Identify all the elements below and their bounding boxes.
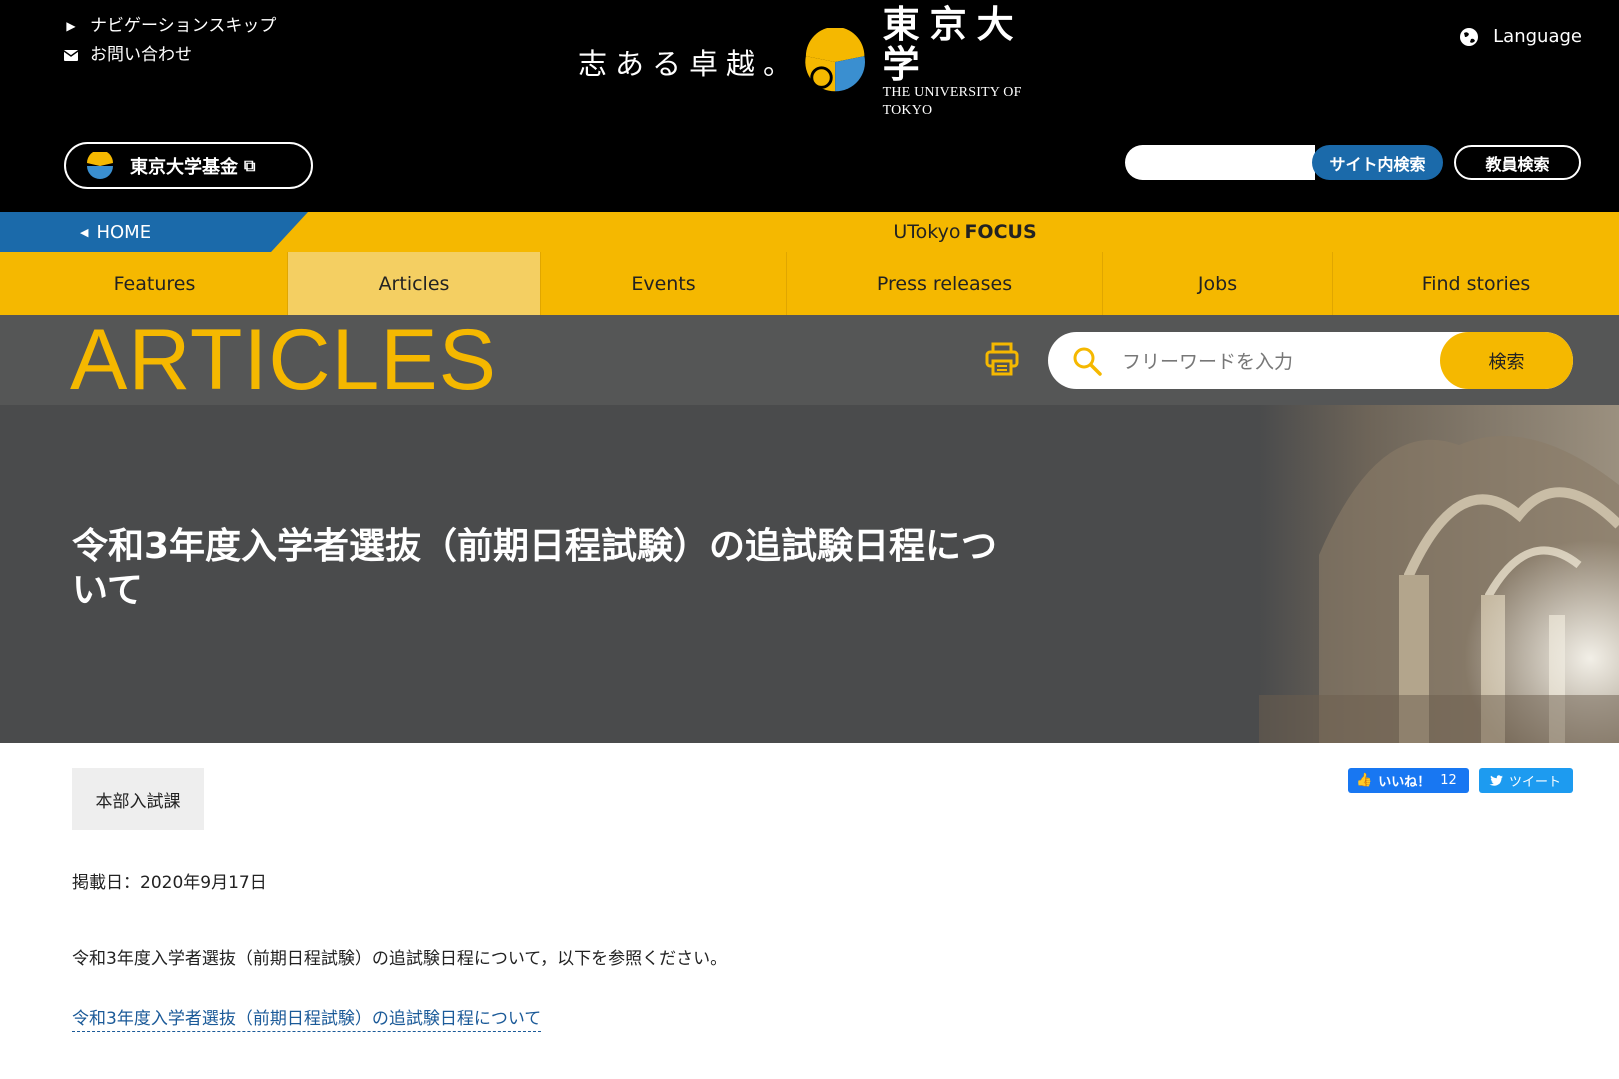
nav-item-features[interactable]: Features <box>22 252 287 315</box>
like-count: 12 <box>1440 773 1457 788</box>
article-body: 令和3年度入学者選抜（前期日程試験）の追試験日程について，以下を参照ください。 <box>72 949 728 969</box>
caret-left-icon: ◀ <box>80 225 89 239</box>
nav-item-press-releases[interactable]: Press releases <box>786 252 1102 315</box>
section-title: ARTICLES <box>70 312 497 408</box>
home-link[interactable]: ◀ HOME <box>0 212 308 252</box>
tweet-label: ツイート <box>1509 775 1562 790</box>
nav-item-events[interactable]: Events <box>540 252 786 315</box>
utokyo-focus-logo[interactable]: UTokyo FOCUS <box>820 212 1110 252</box>
keyword-search: フリーワードを入力 検索 <box>1048 332 1573 389</box>
university-name-en: THE UNIVERSITY OF TOKYO <box>882 85 1022 118</box>
tweet-button[interactable]: ツイート <box>1479 768 1573 793</box>
mail-icon <box>64 50 78 61</box>
site-search-input[interactable] <box>1125 145 1315 180</box>
search-icon <box>1073 347 1102 376</box>
university-logo[interactable]: 志ある卓越。 東京大学 THE UNIVERSITY OF TOKYO <box>578 4 1070 118</box>
fund-label: 東京大学基金 <box>130 156 238 178</box>
section-band: ARTICLES フリーワードを入力 検索 <box>0 315 1619 405</box>
fund-button[interactable]: 東京大学基金 ⧉ <box>64 142 313 189</box>
keyword-search-button[interactable]: 検索 <box>1440 332 1573 389</box>
skip-nav-link[interactable]: ▶ ナビゲーションスキップ <box>64 12 276 41</box>
fund-logo-icon <box>87 151 113 179</box>
caret-right-icon: ▶ <box>66 19 76 33</box>
main-nav: Features Articles Events Press releases … <box>0 252 1619 315</box>
external-link-icon: ⧉ <box>244 155 256 175</box>
university-name-jp: 東京大学 <box>882 2 1024 86</box>
like-label: いいね！ <box>1378 775 1431 790</box>
publish-date: 掲載日：2020年9月17日 <box>72 873 267 893</box>
site-header: ▶ ナビゲーションスキップ お問い合わせ 志ある卓越。 東京大学 THE UNI… <box>0 0 1619 212</box>
department-tag[interactable]: 本部入試課 <box>72 768 204 830</box>
tagline: 志ある卓越。 <box>578 47 801 81</box>
globe-icon <box>1460 27 1479 46</box>
language-label: Language <box>1493 26 1582 47</box>
home-label: HOME <box>96 221 152 243</box>
facebook-like-button[interactable]: 👍 いいね！ 12 <box>1348 768 1469 793</box>
nav-item-find-stories[interactable]: Find stories <box>1332 252 1619 315</box>
staff-search-button[interactable]: 教員検索 <box>1454 145 1581 180</box>
article-link[interactable]: 令和3年度入学者選抜（前期日程試験）の追試験日程について <box>72 1004 542 1032</box>
university-name: 東京大学 THE UNIVERSITY OF TOKYO <box>883 4 1070 120</box>
article-title: 令和3年度入学者選抜（前期日程試験）の追試験日程について <box>72 526 998 611</box>
print-icon[interactable] <box>984 341 1020 377</box>
article-hero: 令和3年度入学者選抜（前期日程試験）の追試験日程について <box>0 405 1619 743</box>
keyword-search-input[interactable]: フリーワードを入力 <box>1122 347 1440 374</box>
language-switcher[interactable]: Language <box>1459 26 1582 47</box>
site-search: サイト内検索 <box>1125 145 1445 180</box>
thumbs-up-icon: 👍 <box>1356 773 1373 788</box>
site-search-button[interactable]: サイト内検索 <box>1312 145 1443 180</box>
contact-link[interactable]: お問い合わせ <box>64 41 276 70</box>
utility-links: ▶ ナビゲーションスキップ お問い合わせ <box>64 12 276 70</box>
ginkgo-emblem-icon <box>805 28 866 92</box>
twitter-bird-icon <box>1489 774 1503 786</box>
arcade-photo <box>1259 405 1619 743</box>
nav-item-jobs[interactable]: Jobs <box>1102 252 1332 315</box>
nav-item-articles[interactable]: Articles <box>287 252 540 315</box>
